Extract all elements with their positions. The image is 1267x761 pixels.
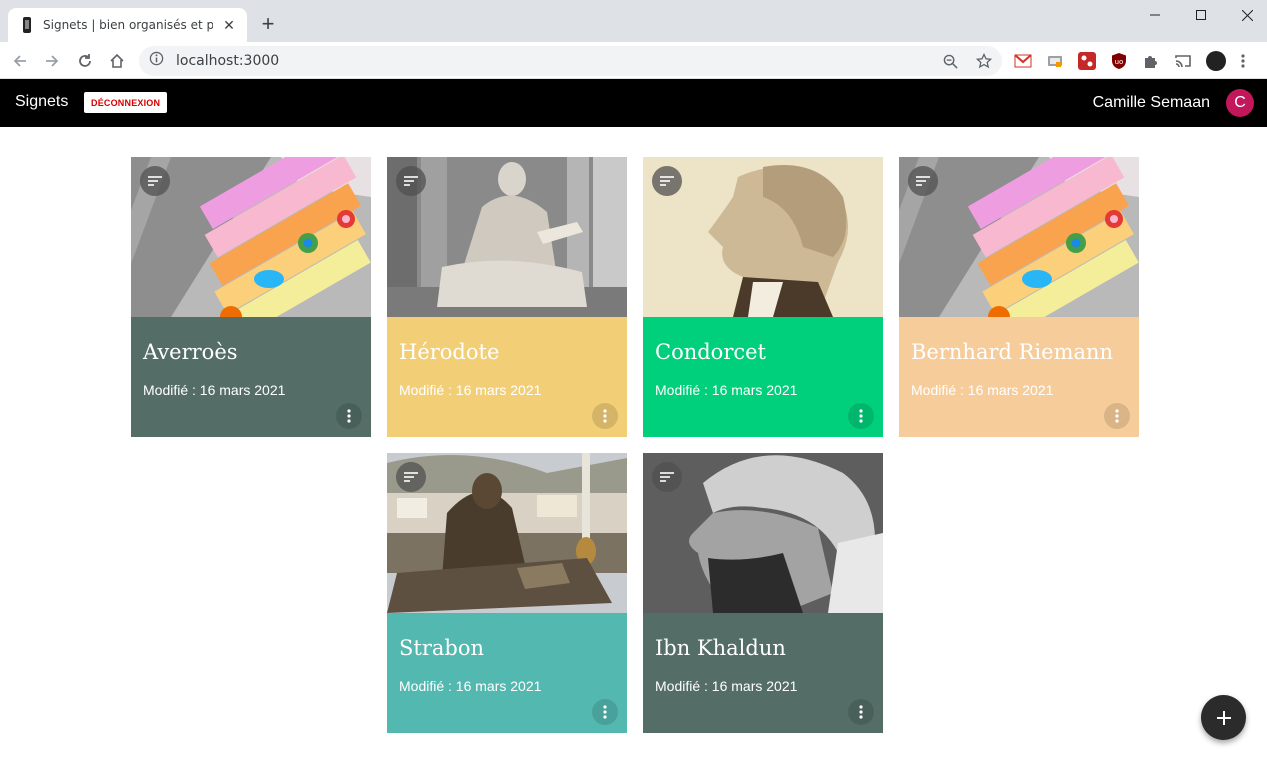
card-body: Hérodote Modifié : 16 mars 2021 [387, 317, 627, 437]
card-body: Strabon Modifié : 16 mars 2021 [387, 613, 627, 733]
card-modified-date: Modifié : 16 mars 2021 [655, 678, 798, 694]
profile-avatar-icon[interactable] [1206, 51, 1226, 71]
reload-icon[interactable] [74, 50, 96, 72]
card-title: Strabon [399, 636, 484, 660]
screenshot-extension-icon[interactable] [1046, 52, 1064, 70]
more-options-icon[interactable] [848, 699, 874, 725]
browser-tabstrip: Signets | bien organisés et partagés ✕ + [0, 0, 1267, 42]
folder-card[interactable]: Ibn Khaldun Modifié : 16 mars 2021 [643, 453, 883, 733]
logout-button[interactable]: DÉCONNEXION [84, 92, 168, 113]
address-url: localhost:3000 [176, 53, 280, 69]
tab-title: Signets | bien organisés et partagés [43, 18, 213, 32]
sort-icon[interactable] [396, 462, 426, 492]
sort-icon[interactable] [396, 166, 426, 196]
card-modified-date: Modifié : 16 mars 2021 [399, 678, 542, 694]
more-options-icon[interactable] [1104, 403, 1130, 429]
card-body: Ibn Khaldun Modifié : 16 mars 2021 [643, 613, 883, 733]
site-info-icon[interactable] [149, 51, 164, 71]
minimize-icon[interactable] [1132, 4, 1178, 26]
folder-card[interactable]: Hérodote Modifié : 16 mars 2021 [387, 157, 627, 437]
window-close-icon[interactable] [1224, 4, 1267, 26]
address-bar[interactable]: localhost:3000 [139, 46, 1002, 76]
sort-icon[interactable] [908, 166, 938, 196]
sort-icon[interactable] [652, 166, 682, 196]
cast-icon[interactable] [1174, 52, 1192, 70]
card-title: Ibn Khaldun [655, 636, 786, 660]
user-avatar[interactable]: C [1226, 89, 1254, 117]
extensions-puzzle-icon[interactable] [1142, 52, 1160, 70]
svg-text:uo: uo [1115, 58, 1124, 66]
app-brand[interactable]: Signets [15, 93, 68, 111]
tab-close-icon[interactable]: ✕ [221, 17, 237, 34]
card-title: Condorcet [655, 340, 766, 364]
forward-icon[interactable] [41, 50, 63, 72]
card-modified-date: Modifié : 16 mars 2021 [655, 382, 798, 398]
browser-toolbar: localhost:3000 uo [0, 42, 1267, 79]
gmail-extension-icon[interactable] [1014, 52, 1032, 70]
card-title: Hérodote [399, 340, 500, 364]
card-modified-date: Modifié : 16 mars 2021 [399, 382, 542, 398]
card-body: Condorcet Modifié : 16 mars 2021 [643, 317, 883, 437]
sort-icon[interactable] [652, 462, 682, 492]
more-options-icon[interactable] [848, 403, 874, 429]
bookmark-favicon-icon [20, 17, 34, 33]
sort-icon[interactable] [140, 166, 170, 196]
new-tab-button[interactable]: + [258, 13, 278, 35]
folder-card[interactable]: Strabon Modifié : 16 mars 2021 [387, 453, 627, 733]
user-name: Camille Semaan [1092, 94, 1210, 111]
bookmark-star-icon[interactable] [975, 52, 993, 74]
folder-card[interactable]: Condorcet Modifié : 16 mars 2021 [643, 157, 883, 437]
add-folder-button[interactable] [1201, 695, 1246, 740]
browser-tab[interactable]: Signets | bien organisés et partagés ✕ [8, 8, 247, 42]
card-modified-date: Modifié : 16 mars 2021 [911, 382, 1054, 398]
folder-card[interactable]: Bernhard Riemann Modifié : 16 mars 2021 [899, 157, 1139, 437]
more-options-icon[interactable] [592, 699, 618, 725]
card-title: Averroès [143, 340, 238, 364]
extensions-area: uo [1014, 51, 1250, 71]
card-body: Bernhard Riemann Modifié : 16 mars 2021 [899, 317, 1139, 437]
card-modified-date: Modifié : 16 mars 2021 [143, 382, 286, 398]
browser-menu-icon[interactable] [1240, 52, 1250, 70]
maximize-icon[interactable] [1178, 4, 1224, 26]
card-body: Averroès Modifié : 16 mars 2021 [131, 317, 371, 437]
ublock-extension-icon[interactable]: uo [1110, 52, 1128, 70]
back-icon[interactable] [9, 50, 31, 72]
home-icon[interactable] [106, 50, 128, 72]
more-options-icon[interactable] [592, 403, 618, 429]
zoom-icon[interactable] [943, 54, 958, 74]
plus-icon [1216, 710, 1231, 725]
app-header: Signets DÉCONNEXION Camille Semaan C [0, 79, 1267, 127]
puzzle-red-extension-icon[interactable] [1078, 52, 1096, 70]
card-title: Bernhard Riemann [911, 340, 1114, 364]
more-options-icon[interactable] [336, 403, 362, 429]
folder-card[interactable]: Averroès Modifié : 16 mars 2021 [131, 157, 371, 437]
